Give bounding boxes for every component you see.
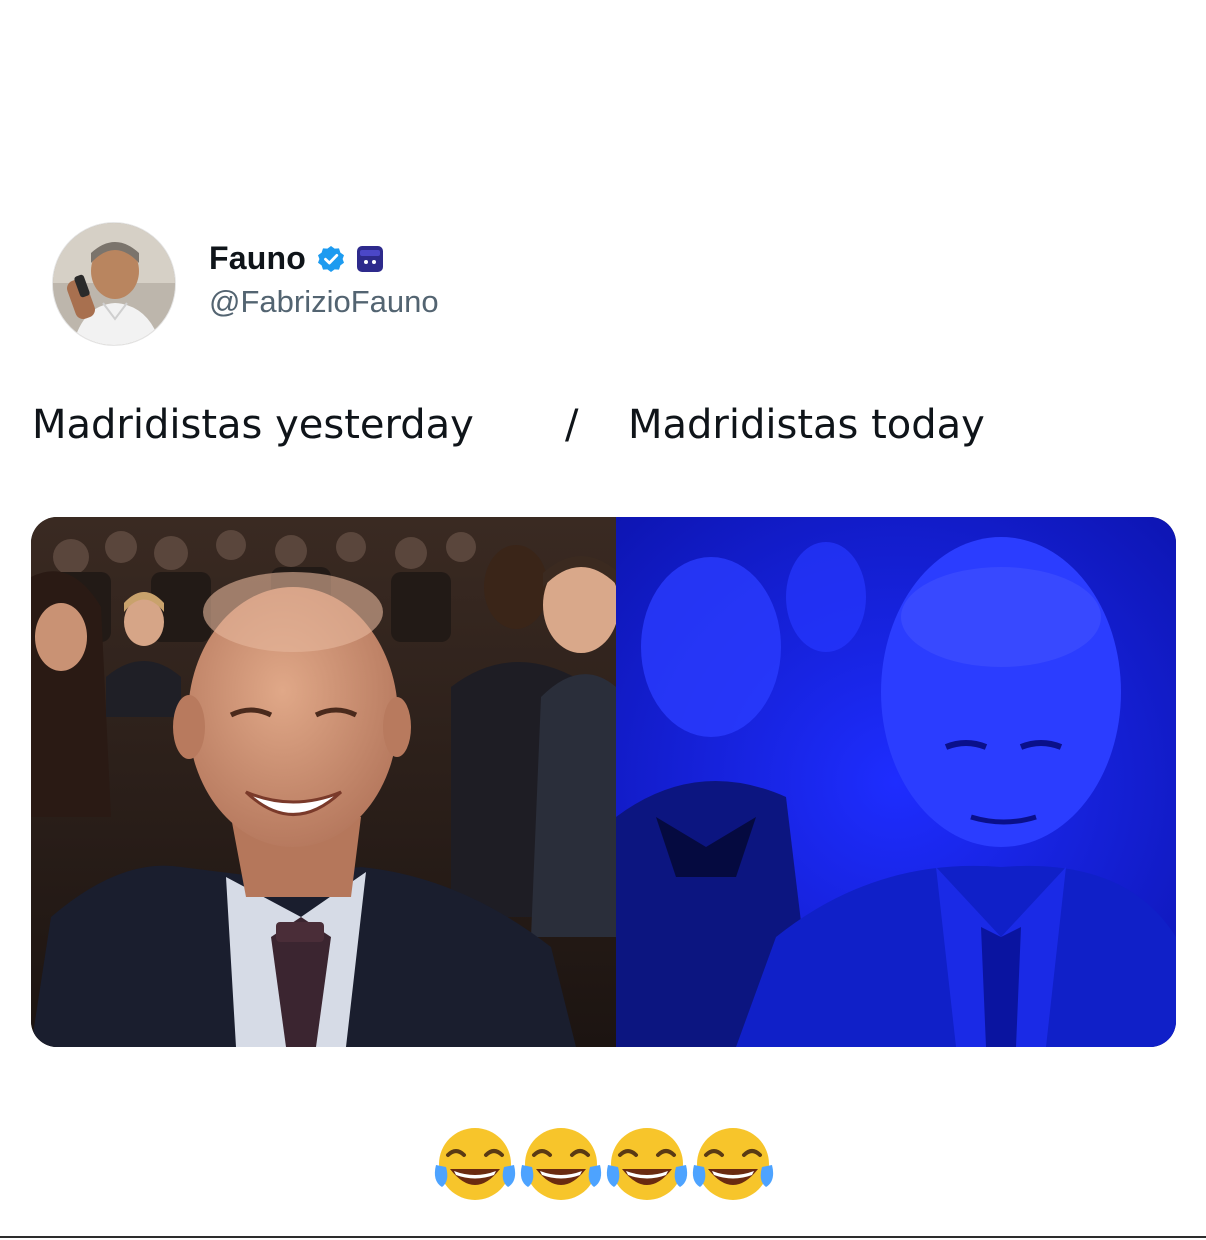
user-handle[interactable]: @FabrizioFauno [209,284,439,320]
caption-separator: / [565,402,579,448]
avatar-photo [53,223,175,345]
display-name[interactable]: Fauno [209,240,306,277]
tweet-header: Fauno @FabrizioFauno [52,222,752,346]
affiliation-badge-icon[interactable] [356,245,384,273]
caption-left: Madridistas yesterday [32,402,474,448]
tears-of-joy-emoji-icon [692,1128,774,1200]
name-row: Fauno [209,240,384,277]
bottom-divider [0,1236,1206,1238]
tweet-text: Madridistas yesterday / Madridistas toda… [32,402,1182,458]
smiling-man-in-audience-photo[interactable] [31,517,616,1047]
emoji-reactions [432,1125,776,1203]
tweet-media[interactable] [31,517,1176,1047]
tears-of-joy-emoji-icon [606,1128,688,1200]
caption-right: Madridistas today [628,402,985,448]
tears-of-joy-emoji-icon [434,1128,516,1200]
blue-lit-man-in-audience-photo[interactable] [616,517,1176,1047]
verified-badge-icon [317,245,344,272]
tears-of-joy-emoji-icon [520,1128,602,1200]
profile-avatar[interactable] [52,222,176,346]
